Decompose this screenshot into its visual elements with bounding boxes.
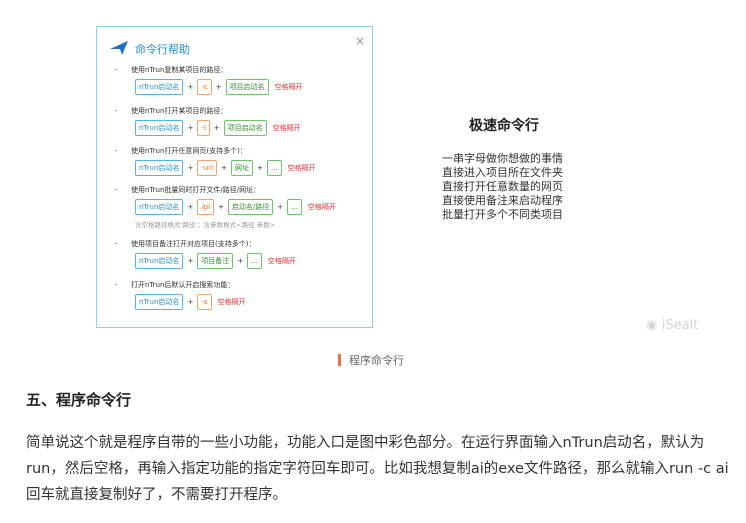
- close-icon[interactable]: ×: [355, 34, 365, 48]
- feature-line: 直接进入项目所在文件夹: [442, 166, 563, 179]
- plus-sign: +: [277, 203, 284, 211]
- command-label: - 使用nTrun复制某项目的路径：: [115, 66, 228, 74]
- plus-sign: +: [237, 257, 244, 265]
- caption-bar: [338, 354, 341, 366]
- command-label: - 使用项目备注打开对应项目(支持多个)：: [115, 240, 256, 248]
- command-label: - 使用nTrun打开任意网页(支持多个)：: [115, 147, 247, 155]
- watermark: ◉ iSealt: [646, 317, 698, 333]
- syntax-chip: ...: [266, 160, 282, 176]
- syntax-chip: nTrun启动名: [135, 199, 184, 215]
- syntax-chip: 项目启动名: [223, 120, 267, 136]
- separator-hint: 空格隔开: [217, 298, 246, 306]
- figure-caption: 程序命令行: [338, 352, 404, 368]
- separator-hint: 空格隔开: [267, 257, 296, 265]
- syntax-note: 含空格路径格式'路径'；含参数格式<路径 参数>: [135, 221, 276, 229]
- body-paragraph: 简单说这个就是程序自带的一些小功能，功能入口是图中彩色部分。在运行界面输入nTr…: [26, 435, 729, 503]
- syntax-chip: nTrun启动名: [135, 79, 184, 95]
- syntax-chip: 项目启动名: [225, 79, 269, 95]
- plus-sign: +: [256, 164, 263, 172]
- feature-line: 一串字母做你想做的事情: [442, 152, 563, 165]
- feature-line: 批量打开多个不同类项目: [442, 208, 563, 221]
- syntax-chip: ...: [247, 253, 262, 269]
- plus-sign: +: [213, 124, 220, 132]
- command-label: - 使用nTrun打开某项目的路径：: [115, 107, 228, 115]
- syntax-chip: /pl: [197, 199, 215, 215]
- section-heading: 五、程序命令行: [26, 391, 132, 409]
- syntax-chip: ...: [287, 199, 302, 215]
- command-syntax: nTrun启动名 + -l + 项目启动名 空格隔开: [135, 120, 301, 136]
- command-label: - 打开nTrun后默认开启搜索功能：: [115, 281, 235, 289]
- dialog-title: 命令行帮助: [135, 43, 190, 56]
- speed-title: 极速命令行: [469, 118, 539, 134]
- syntax-chip: -c: [197, 79, 212, 95]
- syntax-chip: nTrun启动名: [135, 120, 184, 136]
- command-syntax: nTrun启动名 + -url + 网址 +... 空格隔开: [135, 160, 316, 176]
- feature-line: 直接使用备注来启动程序: [442, 194, 563, 207]
- command-syntax: nTrun启动名 + -s 空格隔开: [135, 294, 246, 310]
- separator-hint: 空格隔开: [307, 203, 336, 211]
- plus-sign: +: [187, 257, 194, 265]
- syntax-chip: 启动名/路径: [227, 199, 274, 215]
- syntax-chip: 项目备注: [197, 253, 234, 269]
- weibo-icon: ◉: [646, 318, 658, 333]
- syntax-chip: -s: [197, 294, 212, 310]
- separator-hint: 空格隔开: [287, 164, 316, 172]
- command-label: - 使用nTrun批量同时打开文件/路径/网址：: [115, 186, 261, 194]
- ntrun-logo-icon: [110, 41, 128, 55]
- screenshot-figure: 命令行帮助 × - 使用nTrun复制某项目的路径： nTrun启动名 + -c + 项目启…: [96, 26, 726, 333]
- command-syntax: nTrun启动名 + -c + 项目启动名 空格隔开: [135, 79, 303, 95]
- plus-sign: +: [187, 124, 194, 132]
- command-help-dialog: 命令行帮助 × - 使用nTrun复制某项目的路径： nTrun启动名 + -c + 项目启…: [96, 26, 373, 328]
- syntax-chip: nTrun启动名: [135, 294, 184, 310]
- command-syntax: nTrun启动名 + 项目备注 +... 空格隔开: [135, 253, 296, 269]
- plus-sign: +: [187, 83, 194, 91]
- separator-hint: 空格隔开: [274, 83, 303, 91]
- plus-sign: +: [215, 83, 222, 91]
- command-syntax: nTrun启动名 +/pl + 启动名/路径 +... 空格隔开: [135, 199, 336, 215]
- plus-sign: +: [187, 298, 194, 306]
- separator-hint: 空格隔开: [272, 124, 301, 132]
- plus-sign: +: [187, 203, 194, 211]
- plus-sign: +: [221, 164, 227, 172]
- plus-sign: +: [187, 164, 194, 172]
- syntax-chip: -l: [197, 120, 210, 136]
- feature-list: 一串字母做你想做的事情 直接进入项目所在文件夹 直接打开任意数量的网页 直接使用备注来…: [442, 152, 563, 222]
- feature-line: 直接打开任意数量的网页: [442, 180, 563, 193]
- caption-text: 程序命令行: [349, 354, 404, 367]
- syntax-chip: nTrun启动名: [135, 253, 184, 269]
- syntax-chip: 网址: [230, 160, 253, 176]
- syntax-chip: -url: [197, 160, 218, 176]
- watermark-text: iSealt: [661, 318, 699, 333]
- plus-sign: +: [218, 203, 224, 211]
- syntax-chip: nTrun启动名: [135, 160, 184, 176]
